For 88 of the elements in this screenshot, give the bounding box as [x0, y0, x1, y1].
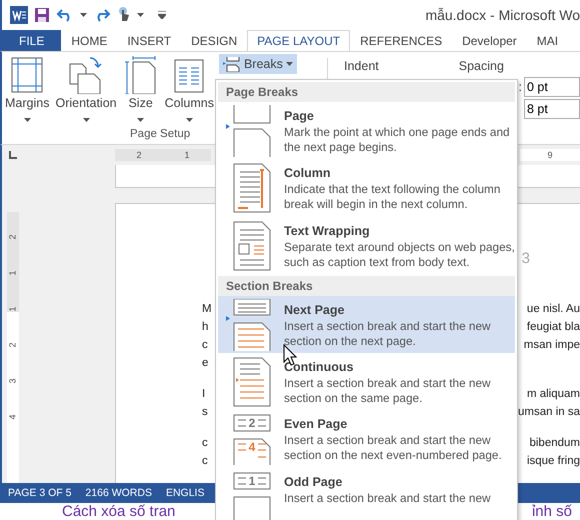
ruler-number: 9 [547, 150, 552, 160]
menu-item-title: Continuous [284, 360, 354, 374]
group-label: Page Setup [130, 128, 190, 140]
breaks-button[interactable]: Breaks [218, 54, 297, 74]
status-text[interactable]: 2166 WORDS [85, 487, 152, 500]
spacing-label: Spacing [458, 59, 504, 74]
caption-text: ỉnh số [532, 503, 572, 520]
body-text: h [202, 321, 208, 334]
ruler-number: 2 [136, 150, 142, 160]
menu-section-header: Section Breaks [218, 276, 515, 296]
body-text: e [202, 357, 208, 370]
body-text: msan impe [524, 339, 580, 352]
menu-section-header: Page Breaks [218, 82, 515, 102]
ribbon-tab[interactable]: HOME [61, 30, 118, 52]
body-text: I [202, 388, 206, 400]
menu-item-description: Insert a section break and start the new section on the next even-numbered page. [284, 433, 503, 464]
window-title: mẫu.docx - Microsoft Wo [425, 6, 580, 23]
indent-label: Indent [344, 59, 379, 74]
spacing-field[interactable]: 0 pt [524, 77, 580, 98]
ribbon-tab[interactable]: INSERT [117, 30, 182, 52]
ruler-number: 1 [184, 150, 190, 160]
menu-item-description: Insert a section break and start the new [284, 490, 492, 506]
menu-item-title: Next Page [284, 302, 346, 317]
body-text: isque fring [526, 455, 580, 468]
menu-item-description: Mark the point at which one page ends and the next page begins. [284, 125, 511, 155]
ribbon-tab[interactable]: DESIGN [181, 30, 248, 52]
body-text: c [202, 437, 208, 450]
save-icon[interactable] [34, 6, 50, 23]
menu-item[interactable]: 1 Odd Page Insert a section break and start the new [218, 468, 515, 520]
caret-icon [24, 118, 31, 122]
ribbon-tab[interactable]: MAI [526, 30, 568, 52]
menu-item-title: Even Page [284, 417, 348, 432]
menu-item[interactable]: Next Page Insert a section break and start the new section on the next page. [218, 296, 515, 354]
menu-item[interactable]: Text Wrapping Separate text around objects on web pages, such as caption text from body text. [218, 216, 515, 274]
menu-item[interactable]: Page Mark the point at which one page ends and the next page begins. [218, 102, 515, 160]
ribbon-tab[interactable]: PAGE LAYOUT [247, 30, 350, 52]
ribbon-button[interactable]: Size [120, 54, 162, 124]
caret-icon [286, 62, 293, 66]
customize-icon[interactable] [158, 10, 166, 19]
ruler-number: 3 [8, 378, 18, 384]
ruler-number: 4 [8, 414, 18, 420]
body-text: feugiat bla [526, 321, 580, 334]
touch-icon[interactable] [117, 6, 131, 24]
menu-item-title: Page [284, 109, 315, 123]
word-icon[interactable] [10, 6, 28, 24]
body-text: s [202, 406, 208, 418]
caret-icon [137, 12, 144, 17]
spacing-field[interactable]: 8 pt [524, 99, 580, 120]
caption-text: Cách xóa số tran [62, 503, 176, 520]
ribbon-button[interactable]: Columns [162, 54, 217, 124]
menu-item-title: Odd Page [284, 474, 344, 489]
breaks-icon [222, 56, 241, 72]
caret-icon [80, 12, 87, 17]
menu-item[interactable]: Column Indicate that the text following the column break will begin in the next column. [218, 159, 515, 217]
ruler-number: 1 [8, 270, 18, 276]
status-text[interactable]: ENGLIS [166, 487, 204, 500]
heading-text: 3 [522, 250, 530, 268]
caret-icon [137, 118, 144, 122]
status-text[interactable]: PAGE 3 OF 5 [8, 487, 72, 500]
caret-icon [186, 118, 193, 122]
ruler-number: 1 [8, 306, 18, 312]
body-text: ue nisl. Au [526, 303, 580, 316]
menu-item-description: Insert a section break and start the new section on the same page. [284, 376, 492, 406]
menu-item[interactable]: Continuous Insert a section break and start the new section on the same page. [218, 353, 515, 410]
menu-item-title: Column [284, 166, 332, 180]
ribbon-button[interactable]: Orientation [52, 54, 120, 124]
body-text: bibendum [529, 437, 580, 450]
field-label: : [518, 80, 522, 94]
body-text: umsan in sa [518, 406, 580, 418]
menu-item[interactable]: 2 4 Even Page Insert a section break and start the new section on the next even-numbered page. [218, 410, 515, 468]
ribbon-tab[interactable]: REFERENCES [350, 30, 452, 52]
ruler-number: 2 [8, 342, 18, 348]
ribbon-tab[interactable]: FILE [2, 30, 62, 52]
ribbon-tab[interactable]: Developer [452, 30, 527, 52]
body-text: c [202, 455, 208, 468]
menu-item-description: Indicate that the text following the column break will begin in the next column. [284, 182, 502, 212]
body-text: c [202, 339, 208, 352]
menu-item-description: Insert a section break and start the new section on the next page. [284, 318, 492, 349]
ribbon-button[interactable]: Margins [2, 54, 52, 124]
menu-item-title: Text Wrapping [284, 224, 371, 238]
margins-icon [9, 56, 46, 94]
body-text: m aliquam [526, 388, 580, 400]
ruler-number: 2 [8, 234, 18, 240]
menu-item-description: Separate text around objects on web pages, such as caption text from body text. [284, 240, 515, 270]
caret-icon [82, 118, 90, 122]
body-text: M [202, 303, 212, 316]
orientation-icon [68, 56, 104, 94]
tab-selector-icon[interactable] [8, 150, 18, 160]
